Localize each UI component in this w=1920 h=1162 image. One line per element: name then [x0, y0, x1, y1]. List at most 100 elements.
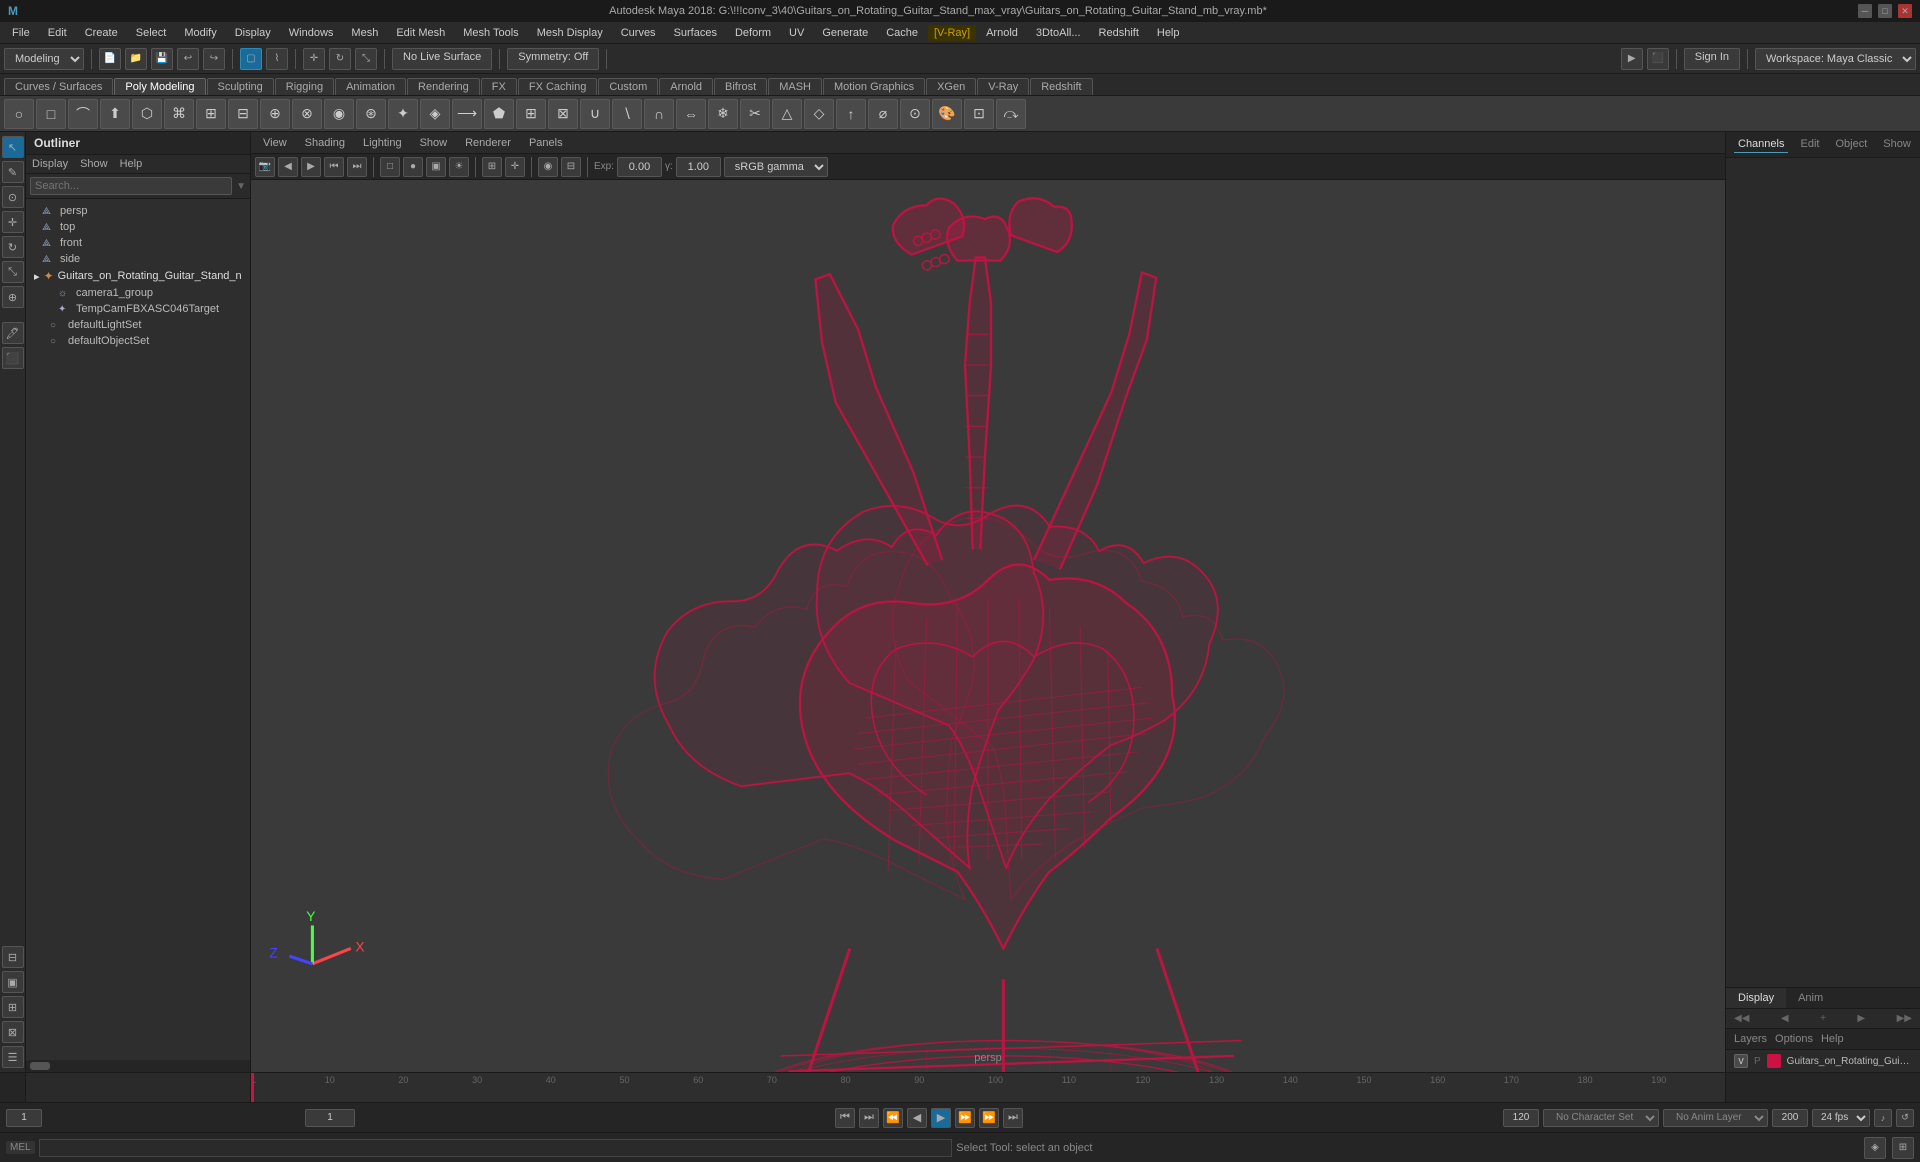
redo-button[interactable]: ↪	[203, 48, 225, 70]
gamma-dropdown[interactable]: sRGB gamma	[724, 157, 828, 177]
shelf-icon-connect[interactable]: ⟶	[452, 99, 482, 129]
scale-tool-button[interactable]: ⤡	[2, 261, 24, 283]
outliner-item-camera-group[interactable]: ☼ camera1_group	[26, 285, 250, 301]
play-back-button[interactable]: ◀	[907, 1108, 927, 1128]
range-start-input[interactable]	[6, 1109, 42, 1127]
show-manipulator-button[interactable]: ⊕	[2, 286, 24, 308]
minimize-button[interactable]: ─	[1858, 4, 1872, 18]
layer-visible-checkbox[interactable]: V	[1734, 1054, 1748, 1068]
open-button[interactable]: 📁	[125, 48, 147, 70]
shelf-tab-vray[interactable]: V-Ray	[977, 78, 1029, 95]
outliner-menu-show[interactable]: Show	[76, 157, 112, 171]
shelf-icon-sphere[interactable]: ○	[4, 99, 34, 129]
exposure-input[interactable]	[617, 157, 662, 177]
shelf-icon-bool-diff[interactable]: ∖	[612, 99, 642, 129]
menu-help[interactable]: Help	[1149, 25, 1188, 41]
mode-dropdown[interactable]: Modeling	[4, 48, 84, 70]
shelf-icon-transfer[interactable]: ⤼	[996, 99, 1026, 129]
shelf-tab-bifrost[interactable]: Bifrost	[714, 78, 767, 95]
outliner-item-side[interactable]: ⟁ side	[26, 251, 250, 267]
shelf-icon-mirror[interactable]: ⇔	[676, 99, 706, 129]
soft-select-button[interactable]: ⊙	[2, 186, 24, 208]
range-end-input[interactable]	[1503, 1109, 1539, 1127]
object-tab[interactable]: Object	[1831, 136, 1871, 153]
layer-color-swatch[interactable]	[1767, 1054, 1781, 1068]
shelf-tab-fx-caching[interactable]: FX Caching	[518, 78, 597, 95]
shelf-tab-arnold[interactable]: Arnold	[659, 78, 713, 95]
outliner-menu-display[interactable]: Display	[28, 157, 72, 171]
menu-uv[interactable]: UV	[781, 25, 812, 41]
menu-file[interactable]: File	[4, 25, 38, 41]
shelf-tab-sculpting[interactable]: Sculpting	[207, 78, 274, 95]
move-button[interactable]: ✛	[303, 48, 325, 70]
menu-mesh-display[interactable]: Mesh Display	[529, 25, 611, 41]
mel-input[interactable]	[39, 1139, 953, 1157]
shelf-icon-combine[interactable]: ⊞	[516, 99, 546, 129]
show-tab[interactable]: Show	[1879, 136, 1915, 153]
display-tab[interactable]: Display	[1726, 988, 1786, 1008]
menu-create[interactable]: Create	[77, 25, 126, 41]
timeline-ruler[interactable]: 1 10 20 30 40 50 60 70 80 90 100 110 120…	[251, 1073, 1725, 1102]
render-button[interactable]: ▶	[1621, 48, 1643, 70]
paint-select-button[interactable]: ✎	[2, 161, 24, 183]
channels-tab[interactable]: Channels	[1734, 136, 1788, 153]
view-sets-button[interactable]: ⊟	[2, 946, 24, 968]
maximize-button[interactable]: □	[1878, 4, 1892, 18]
shelf-icon-bool-intersect[interactable]: ∩	[644, 99, 674, 129]
viewport-menu-view[interactable]: View	[255, 136, 295, 150]
shelf-icon-merge[interactable]: ⊕	[260, 99, 290, 129]
list-button[interactable]: ☰	[2, 1046, 24, 1068]
audio-button[interactable]: ♪	[1874, 1109, 1892, 1127]
current-frame-input[interactable]	[305, 1109, 355, 1127]
step-back-button[interactable]: ⏭	[859, 1108, 879, 1128]
scale-button[interactable]: ⤡	[355, 48, 377, 70]
shelf-icon-soften[interactable]: ⌀	[868, 99, 898, 129]
shelf-icon-extrude[interactable]: ⬆	[100, 99, 130, 129]
shelf-tab-rigging[interactable]: Rigging	[275, 78, 334, 95]
vp-camera-button[interactable]: 📷	[255, 157, 275, 177]
menu-arnold[interactable]: Arnold	[978, 25, 1026, 41]
save-button[interactable]: 💾	[151, 48, 173, 70]
ipr-button[interactable]: ⬛	[1647, 48, 1669, 70]
next-frame-button[interactable]: ⏩	[955, 1108, 975, 1128]
fps-dropdown[interactable]: 24 fps	[1812, 1109, 1870, 1127]
shelf-icon-poke[interactable]: ✦	[388, 99, 418, 129]
menu-select[interactable]: Select	[128, 25, 175, 41]
shelf-icon-curve[interactable]: ⌒	[68, 99, 98, 129]
outliner-item-top[interactable]: ⟁ top	[26, 219, 250, 235]
menu-modify[interactable]: Modify	[176, 25, 224, 41]
timeline-playhead[interactable]	[251, 1073, 254, 1102]
vp-hud[interactable]: ⊟	[561, 157, 581, 177]
outliner-item-persp[interactable]: ⟁ persp	[26, 203, 250, 219]
shelf-icon-freeze[interactable]: ❄	[708, 99, 738, 129]
loop-button[interactable]: ↺	[1896, 1109, 1914, 1127]
shelf-icon-split[interactable]: ⊟	[228, 99, 258, 129]
shelf-icon-quadrangulate[interactable]: ◇	[804, 99, 834, 129]
layer-nav-prev2[interactable]: ◀	[1781, 1013, 1789, 1024]
viewport-canvas[interactable]: X Y Z persp	[251, 180, 1725, 1072]
shelf-icon-loop[interactable]: ⊞	[196, 99, 226, 129]
go-start-button[interactable]: ⏮	[835, 1108, 855, 1128]
anim-tab[interactable]: Anim	[1786, 988, 1835, 1008]
outliner-item-tempcam[interactable]: ✦ TempCamFBXASC046Target	[26, 301, 250, 317]
vp-rewind[interactable]: ⏮	[324, 157, 344, 177]
select-mode-button[interactable]: ↖	[2, 136, 24, 158]
menu-surfaces[interactable]: Surfaces	[666, 25, 725, 41]
outliner-item-default-object-set[interactable]: ○ defaultObjectSet	[26, 333, 250, 349]
shelf-icon-cleanup[interactable]: ✂	[740, 99, 770, 129]
character-set-dropdown[interactable]: No Character Set	[1543, 1109, 1659, 1127]
shelf-icon-fill-hole[interactable]: ⬟	[484, 99, 514, 129]
lasso-select-button[interactable]: ⌇	[266, 48, 288, 70]
menu-mesh-tools[interactable]: Mesh Tools	[455, 25, 526, 41]
rotate-tool-button[interactable]: ↻	[2, 236, 24, 258]
viewport-menu-lighting[interactable]: Lighting	[355, 136, 410, 150]
quick-layout-button[interactable]: ▣	[2, 971, 24, 993]
vp-shading-wireframe[interactable]: □	[380, 157, 400, 177]
menu-3dtoall[interactable]: 3DtoAll...	[1028, 25, 1089, 41]
layer-nav-prev[interactable]: ◀◀	[1734, 1013, 1749, 1024]
status-icon-2[interactable]: ⊞	[1892, 1137, 1914, 1159]
prev-frame-button[interactable]: ⏪	[883, 1108, 903, 1128]
shelf-icon-uvs[interactable]: ⊡	[964, 99, 994, 129]
symmetry-button[interactable]: Symmetry: Off	[507, 48, 599, 70]
sign-in-button[interactable]: Sign In	[1684, 48, 1740, 70]
